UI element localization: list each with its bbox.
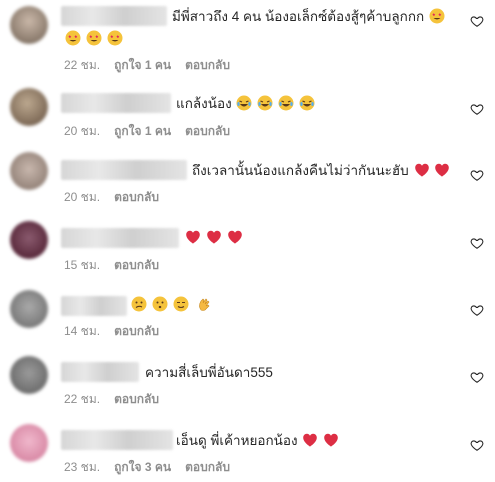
likes-count[interactable]: ถูกใจ 1 คน — [114, 122, 171, 141]
username-blurred[interactable] — [61, 362, 139, 382]
red-heart-emoji-icon — [302, 432, 318, 448]
comment-text-row: แกล้งน้อง — [176, 94, 315, 114]
avatar[interactable] — [10, 6, 48, 44]
comment-text-row: ความสี่เล็บพี่อันดา555 — [145, 363, 273, 383]
star-eyes-emoji-icon — [107, 30, 123, 46]
star-eyes-emoji-icon — [86, 30, 102, 46]
star-eyes-emoji-icon — [65, 30, 81, 46]
star-eyes-emoji-icon — [429, 8, 445, 24]
timestamp: 22 ชม. — [64, 392, 101, 406]
comment-text-row — [130, 295, 213, 315]
emoji-row — [64, 30, 123, 46]
likes-count[interactable]: ถูกใจ 1 คน — [114, 56, 171, 75]
comment-text: แกล้งน้อง — [176, 96, 232, 111]
like-heart-icon[interactable] — [470, 168, 484, 182]
avatar[interactable] — [10, 152, 48, 190]
comment-meta: 22 ชม. ถูกใจ 1 คน ตอบกลับ — [64, 56, 230, 75]
comment-text: เอ็นดู พี่เค้าหยอกน้อง — [176, 433, 298, 448]
username-blurred[interactable] — [61, 160, 187, 180]
laugh-tears-emoji-icon — [299, 95, 315, 111]
red-heart-emoji-icon — [414, 162, 430, 178]
timestamp: 20 ชม. — [64, 124, 101, 138]
username-blurred[interactable] — [61, 228, 179, 248]
reply-button[interactable]: ตอบกลับ — [114, 188, 159, 207]
laugh-tears-emoji-icon — [278, 95, 294, 111]
reply-button[interactable]: ตอบกลับ — [114, 256, 159, 275]
comment-text-row: มีพี่สาวถึง 4 คน น้องอเล็กซ์ต้องสู้ๆค้าบ… — [172, 7, 445, 27]
reply-button[interactable]: ตอบกลับ — [114, 390, 159, 409]
red-heart-emoji-icon — [185, 229, 201, 245]
like-heart-icon[interactable] — [470, 370, 484, 384]
comment-meta: 20 ชม. ถูกใจ 1 คน ตอบกลับ — [64, 122, 230, 141]
clap-hands-emoji-icon — [197, 296, 213, 312]
comment-text: ถึงเวลานั้นน้องแกล้งคืนไม่ว่ากันนะฮับ — [192, 163, 409, 178]
like-heart-icon[interactable] — [470, 303, 484, 317]
username-blurred[interactable] — [61, 6, 167, 26]
red-heart-emoji-icon — [323, 432, 339, 448]
timestamp: 22 ชม. — [64, 58, 101, 72]
avatar[interactable] — [10, 424, 48, 462]
like-heart-icon[interactable] — [470, 438, 484, 452]
avatar[interactable] — [10, 290, 48, 328]
comment-meta: 23 ชม. ถูกใจ 3 คน ตอบกลับ — [64, 458, 230, 477]
avatar[interactable] — [10, 356, 48, 394]
confused-face-emoji-icon — [131, 296, 147, 312]
reply-button[interactable]: ตอบกลับ — [185, 56, 230, 75]
avatar[interactable] — [10, 88, 48, 126]
reply-button[interactable]: ตอบกลับ — [185, 122, 230, 141]
red-heart-emoji-icon — [227, 229, 243, 245]
comment-text-row: เอ็นดู พี่เค้าหยอกน้อง — [176, 431, 339, 451]
timestamp: 23 ชม. — [64, 460, 101, 474]
avatar[interactable] — [10, 221, 48, 259]
smirk-face-emoji-icon — [173, 296, 189, 312]
comment-text: ความสี่เล็บพี่อันดา555 — [145, 365, 273, 380]
comment-text-row: ถึงเวลานั้นน้องแกล้งคืนไม่ว่ากันนะฮับ — [192, 161, 450, 181]
likes-count[interactable]: ถูกใจ 3 คน — [114, 458, 171, 477]
username-blurred[interactable] — [61, 430, 173, 450]
comment-text-row — [184, 228, 243, 248]
like-heart-icon[interactable] — [470, 14, 484, 28]
laugh-tears-emoji-icon — [257, 95, 273, 111]
comment-meta: 15 ชม. ตอบกลับ — [64, 256, 159, 275]
like-heart-icon[interactable] — [470, 236, 484, 250]
timestamp: 20 ชม. — [64, 190, 101, 204]
red-heart-emoji-icon — [206, 229, 222, 245]
laugh-tears-emoji-icon — [236, 95, 252, 111]
username-blurred[interactable] — [61, 93, 171, 113]
comment-text: มีพี่สาวถึง 4 คน น้องอเล็กซ์ต้องสู้ๆค้าบ… — [172, 9, 425, 24]
comment-meta: 22 ชม. ตอบกลับ — [64, 390, 159, 409]
timestamp: 15 ชม. — [64, 258, 101, 272]
like-heart-icon[interactable] — [470, 102, 484, 116]
comment-meta: 20 ชม. ตอบกลับ — [64, 188, 159, 207]
reply-button[interactable]: ตอบกลับ — [185, 458, 230, 477]
username-blurred[interactable] — [61, 296, 127, 316]
reply-button[interactable]: ตอบกลับ — [114, 322, 159, 341]
comment-meta: 14 ชม. ตอบกลับ — [64, 322, 159, 341]
hushed-face-emoji-icon — [152, 296, 168, 312]
timestamp: 14 ชม. — [64, 324, 101, 338]
red-heart-emoji-icon — [434, 162, 450, 178]
